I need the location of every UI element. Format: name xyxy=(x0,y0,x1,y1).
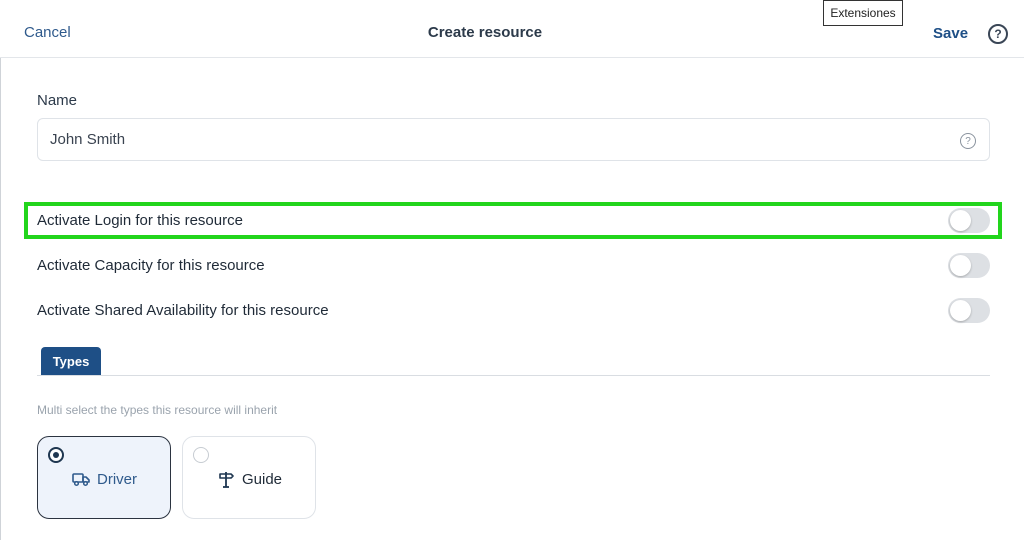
page-title: Create resource xyxy=(427,24,543,41)
name-label: Name xyxy=(37,92,78,109)
extensions-tooltip: Extensiones xyxy=(823,0,903,26)
tab-divider xyxy=(37,375,990,376)
tab-types[interactable]: Types xyxy=(41,347,101,376)
types-hint: Multi select the types this resource wil… xyxy=(37,403,278,417)
toggle-row-capacity: Activate Capacity for this resource xyxy=(37,251,990,281)
type-option-content: Guide xyxy=(183,469,315,489)
type-option-label: Guide xyxy=(241,470,283,488)
toggle-label-shared-availability: Activate Shared Availability for this re… xyxy=(37,302,329,319)
signpost-icon xyxy=(216,469,236,489)
type-option-content: Driver xyxy=(38,469,170,489)
toggle-knob xyxy=(950,300,971,321)
name-input[interactable] xyxy=(50,119,930,160)
save-button[interactable]: Save xyxy=(933,25,968,42)
radio-selected[interactable] xyxy=(48,447,64,463)
type-option-driver[interactable]: Driver xyxy=(37,436,171,519)
help-icon[interactable]: ? xyxy=(960,133,976,149)
truck-icon xyxy=(71,469,91,489)
help-icon[interactable]: ? xyxy=(988,24,1008,44)
type-option-guide[interactable]: Guide xyxy=(182,436,316,519)
name-field[interactable]: ? xyxy=(37,118,990,161)
shared-availability-toggle[interactable] xyxy=(948,298,990,323)
window-edge xyxy=(0,58,1,540)
radio-unselected[interactable] xyxy=(193,447,209,463)
toggle-knob xyxy=(950,255,971,276)
type-option-label: Driver xyxy=(97,470,137,488)
highlight-box xyxy=(24,202,1002,239)
toggle-row-shared-availability: Activate Shared Availability for this re… xyxy=(37,296,990,326)
toggle-label-capacity: Activate Capacity for this resource xyxy=(37,257,265,274)
capacity-toggle[interactable] xyxy=(948,253,990,278)
